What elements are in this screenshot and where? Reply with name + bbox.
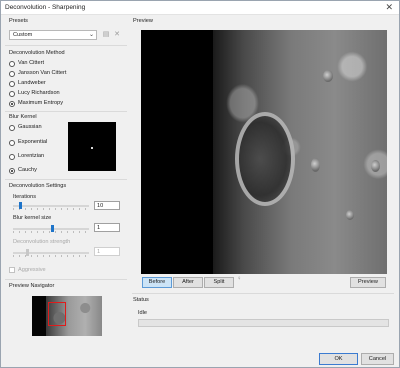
iterations-slider[interactable] (13, 202, 89, 210)
kernel-option-label: Exponential (18, 139, 48, 145)
settings-label: Deconvolution Settings (9, 183, 67, 189)
slider-ticks (13, 255, 89, 257)
status-label: Status (133, 297, 149, 303)
preview-image[interactable] (141, 30, 387, 274)
radio-circle (9, 140, 15, 146)
slider-thumb[interactable] (18, 202, 22, 209)
crater (346, 210, 354, 220)
presets-selected: Custom (13, 32, 33, 38)
after-button[interactable]: After (173, 277, 203, 288)
chevron-down-icon: ⌄ (88, 32, 94, 38)
navigator-label: Preview Navigator (9, 283, 55, 289)
kernel-option-label: Gaussian (18, 124, 42, 130)
aggressive-checkbox[interactable] (9, 267, 15, 273)
divider (132, 293, 394, 294)
aggressive-label: Aggressive (18, 267, 46, 273)
method-option-label: Landweber (18, 80, 46, 86)
deconvolution-window: Deconvolution - Sharpening ✕ Presets Cus… (0, 0, 400, 368)
presets-label: Presets (9, 18, 28, 24)
divider (5, 279, 127, 280)
iterations-value: 10 (97, 203, 104, 209)
navigator-viewport-box[interactable] (48, 302, 66, 326)
title-bar: Deconvolution - Sharpening ✕ (1, 1, 399, 15)
radio-circle (9, 91, 15, 97)
method-option-label: Maximum Entropy (18, 100, 64, 106)
divider (5, 179, 127, 180)
cancel-button[interactable]: Cancel (361, 353, 394, 365)
navigator-thumbnail[interactable] (32, 296, 102, 336)
status-progress-bar (138, 319, 389, 327)
strength-input[interactable]: 1 (94, 247, 120, 256)
ok-button[interactable]: OK (319, 353, 358, 365)
crater (311, 158, 320, 172)
method-option-label: Van Cittert (18, 60, 45, 66)
split-button[interactable]: Split (204, 277, 234, 288)
strength-value: 1 (97, 249, 101, 255)
slider-ticks (13, 208, 89, 210)
iterations-input[interactable]: 10 (94, 201, 120, 210)
lightbulb-icon: ♀ (237, 276, 242, 282)
method-option-label: Lucy Richardson (18, 90, 60, 96)
iterations-label: Iterations (13, 194, 37, 200)
crater (235, 112, 295, 206)
method-label: Deconvolution Method (9, 50, 65, 56)
delete-icon[interactable]: ✕ (113, 30, 121, 39)
window-title: Deconvolution - Sharpening (5, 4, 86, 11)
crater (323, 70, 333, 82)
preview-label: Preview (133, 18, 153, 24)
blur-size-input[interactable]: 1 (94, 223, 120, 232)
preview-button[interactable]: Preview (350, 277, 386, 288)
kernel-preview (68, 122, 116, 171)
slider-track (13, 252, 89, 254)
presets-select[interactable]: Custom ⌄ (9, 30, 97, 40)
crater (371, 160, 380, 172)
slider-thumb[interactable] (26, 249, 30, 256)
radio-circle-selected (9, 101, 15, 107)
strength-label: Deconvolution strength (13, 239, 71, 245)
blur-size-slider[interactable] (13, 225, 89, 233)
kernel-point (91, 147, 93, 149)
slider-track (13, 205, 89, 207)
method-option-label: Jansson Van Cittert (18, 70, 67, 76)
blur-size-value: 1 (97, 225, 101, 231)
radio-circle (9, 81, 15, 87)
divider (5, 45, 127, 46)
blur-size-label: Blur kernel size (13, 215, 52, 221)
kernel-label: Blur Kernel (9, 114, 37, 120)
radio-circle (9, 61, 15, 67)
kernel-option-label: Lorentzian (18, 153, 45, 159)
before-button[interactable]: Before (142, 277, 172, 288)
kernel-option-label: Cauchy (18, 167, 37, 173)
radio-circle (9, 125, 15, 131)
close-icon[interactable]: ✕ (385, 2, 393, 13)
slider-thumb[interactable] (50, 225, 54, 232)
save-icon[interactable]: ▤ (102, 30, 110, 39)
radio-circle (9, 71, 15, 77)
divider (5, 111, 127, 112)
radio-circle (9, 154, 15, 160)
radio-circle-selected (9, 168, 15, 174)
status-value: Idle (138, 310, 148, 316)
strength-slider[interactable] (13, 249, 89, 257)
